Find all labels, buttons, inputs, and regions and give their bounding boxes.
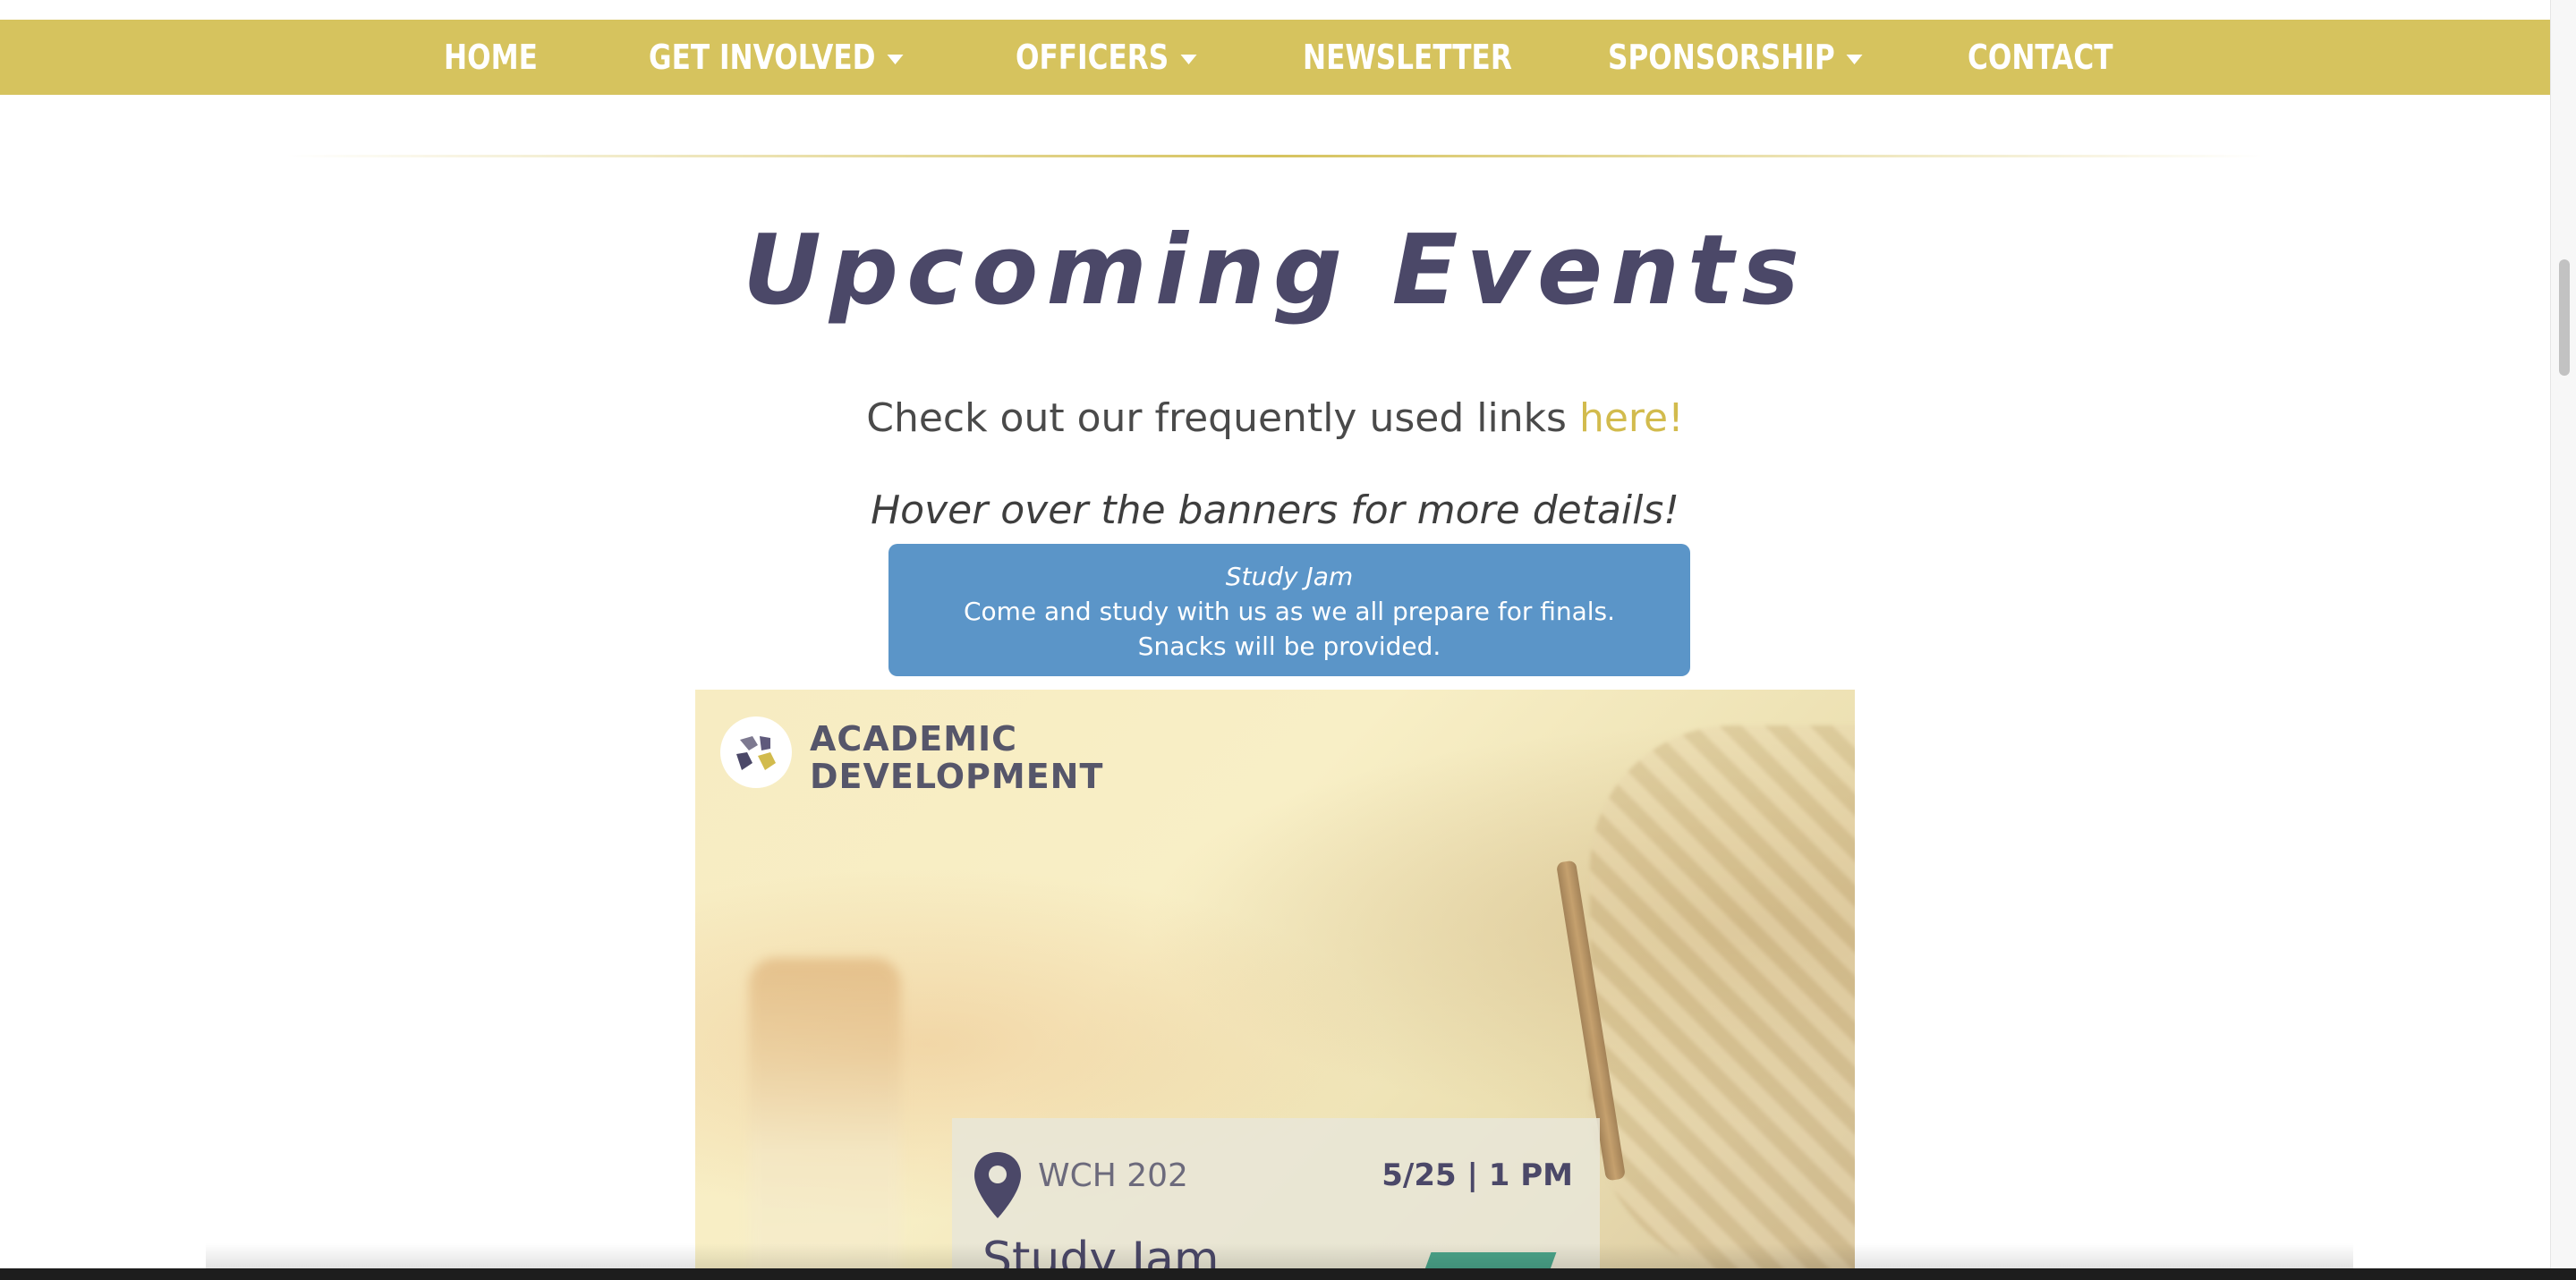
frequent-links-text: Check out our frequently used links here… bbox=[0, 395, 2550, 441]
window-bottom-bar bbox=[0, 1268, 2576, 1280]
nav-home-label: HOME bbox=[444, 38, 538, 77]
tooltip-line-2: Snacks will be provided. bbox=[1137, 632, 1441, 661]
scrollbar-thumb[interactable] bbox=[2559, 259, 2570, 376]
logo-text: ACADEMIC DEVELOPMENT bbox=[810, 720, 1103, 795]
nav-get-involved[interactable]: GET INVOLVED bbox=[649, 20, 904, 95]
nav-home[interactable]: HOME bbox=[444, 20, 538, 95]
tooltip-line-1: Come and study with us as we all prepare… bbox=[963, 597, 1616, 626]
chevron-down-icon bbox=[1180, 54, 1197, 64]
main-nav: HOME GET INVOLVED OFFICERS NEWSLETTER SP… bbox=[0, 20, 2550, 95]
tooltip-title: Study Jam bbox=[1225, 562, 1354, 591]
coffee-cup-image bbox=[749, 958, 901, 1280]
event-location: WCH 202 bbox=[1038, 1157, 1188, 1194]
nav-contact-label: CONTACT bbox=[1968, 38, 2113, 77]
browser-top-strip bbox=[0, 0, 2550, 20]
nav-sponsorship-label: SPONSORSHIP bbox=[1608, 38, 1835, 77]
logo-line-1: ACADEMIC bbox=[810, 719, 1018, 759]
hover-hint: Hover over the banners for more details! bbox=[871, 487, 1679, 533]
academic-development-logo bbox=[720, 716, 792, 788]
nav-contact[interactable]: CONTACT bbox=[1968, 20, 2113, 95]
chevron-down-icon bbox=[1846, 54, 1863, 64]
nav-officers-label: OFFICERS bbox=[1016, 38, 1169, 77]
bottom-shadow bbox=[206, 1243, 2353, 1270]
event-banner[interactable]: ACADEMIC DEVELOPMENT WCH 202 5/25 | 1 PM… bbox=[695, 690, 1855, 1280]
nav-newsletter-label: NEWSLETTER bbox=[1303, 38, 1512, 77]
nav-get-involved-label: GET INVOLVED bbox=[649, 38, 876, 77]
location-pin-icon bbox=[974, 1152, 1021, 1218]
logo-line-2: DEVELOPMENT bbox=[810, 757, 1104, 796]
frequent-links-prefix: Check out our frequently used links bbox=[866, 395, 1579, 441]
page-scrollbar[interactable] bbox=[2550, 0, 2576, 1280]
nav-officers[interactable]: OFFICERS bbox=[1016, 20, 1197, 95]
page-title: Upcoming Events bbox=[743, 215, 1807, 326]
chevron-down-icon bbox=[887, 54, 904, 64]
hand-image bbox=[1590, 725, 1855, 1280]
section-divider bbox=[286, 155, 2264, 157]
event-tooltip: Study Jam Come and study with us as we a… bbox=[888, 544, 1690, 676]
nav-sponsorship[interactable]: SPONSORSHIP bbox=[1608, 20, 1863, 95]
frequent-links-link[interactable]: here! bbox=[1579, 395, 1684, 441]
nav-newsletter[interactable]: NEWSLETTER bbox=[1303, 20, 1512, 95]
event-datetime: 5/25 | 1 PM bbox=[1382, 1157, 1573, 1193]
